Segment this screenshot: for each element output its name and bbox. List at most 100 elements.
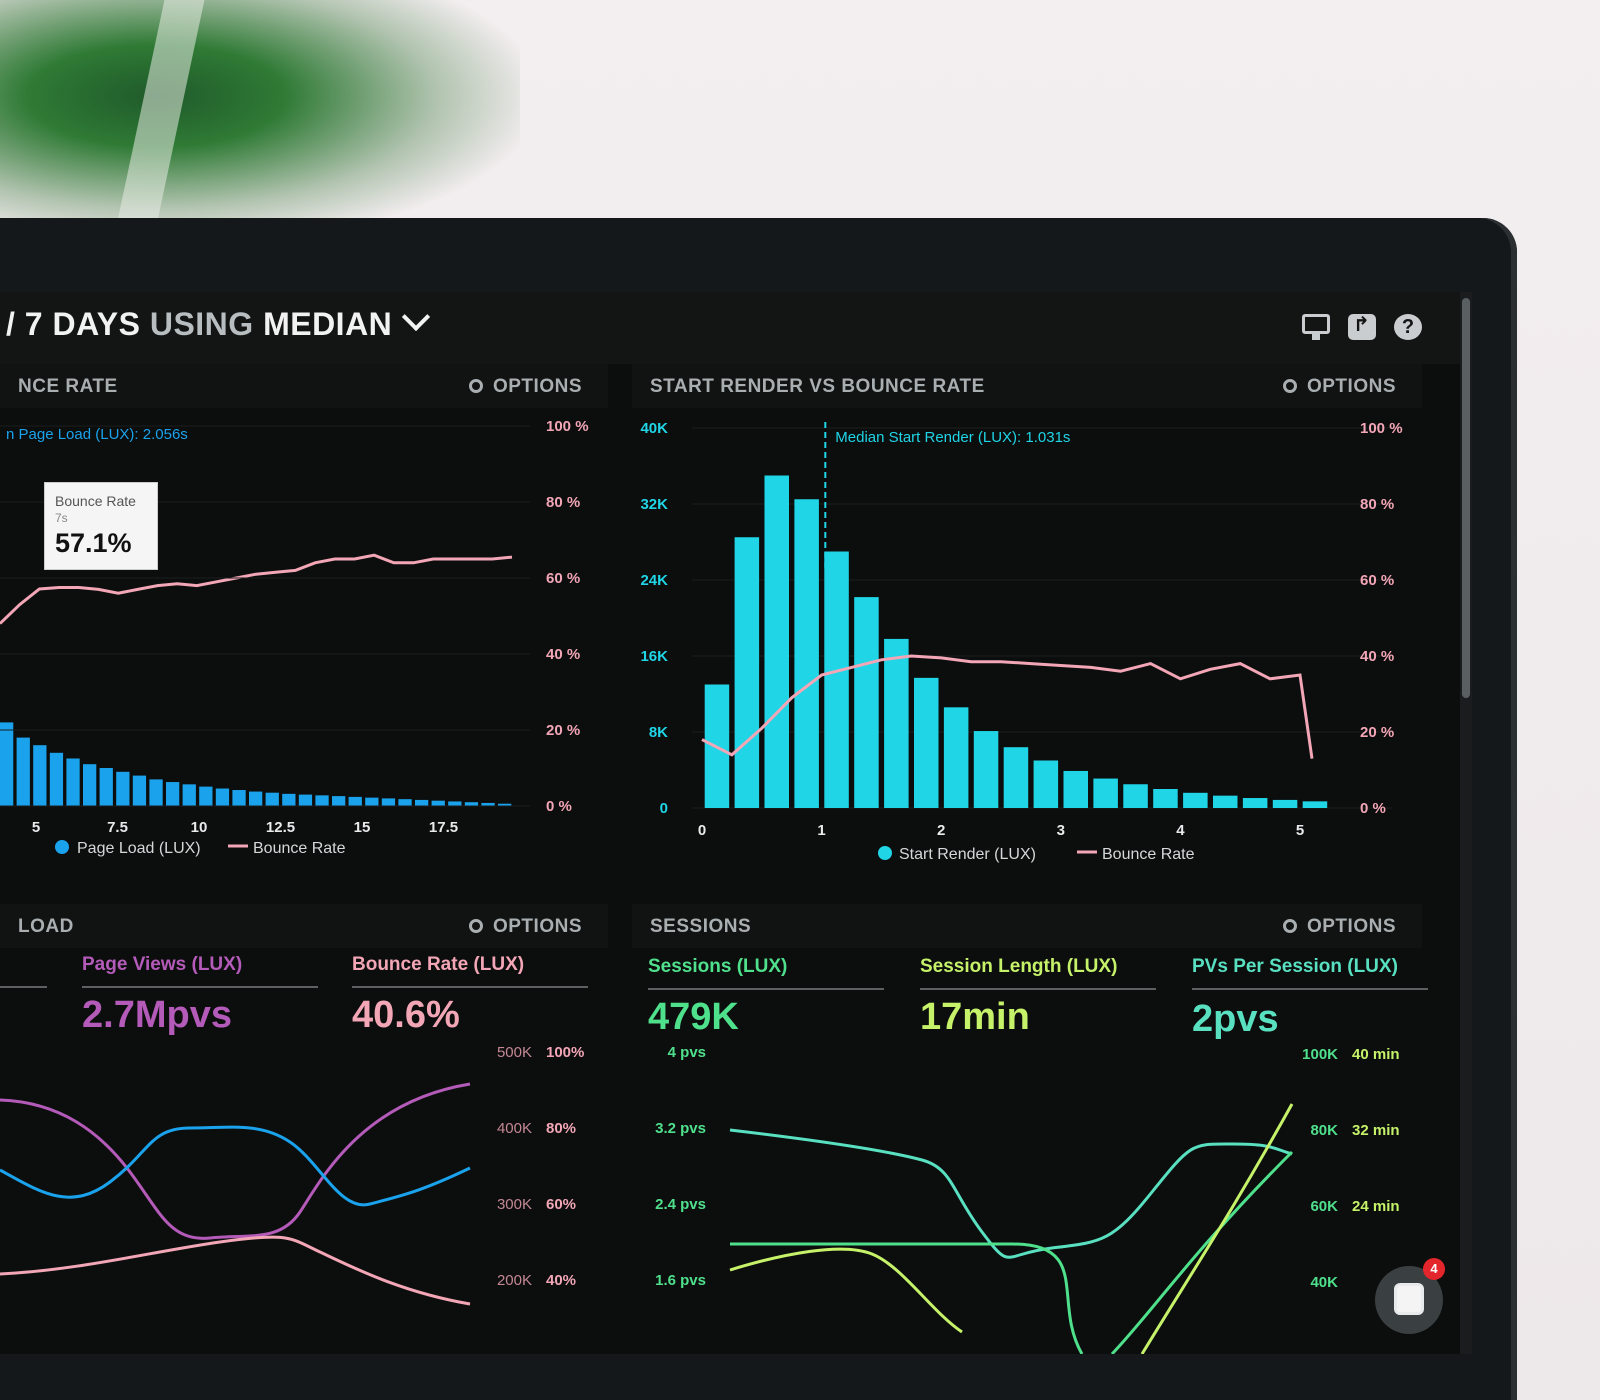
legend-bounce-rate-label: Bounce Rate [253, 840, 346, 857]
kpi-divider [920, 988, 1156, 990]
options-label: OPTIONS [492, 916, 582, 937]
sessions-trend-chart: 4 pvs 3.2 pvs 2.4 pvs 1.6 pvs 100K 80K 60K 40K 4… [655, 1044, 1400, 1354]
background-plant [0, 0, 520, 240]
bounce-tooltip: Bounce Rate 7s 57.1% [44, 482, 158, 570]
x-tick-label: 12.5 [266, 819, 295, 836]
page-load-bar [182, 784, 196, 806]
page-load-bar [132, 775, 147, 806]
x-tick-label: 3 [1057, 822, 1065, 839]
x-tick-label: 10 [191, 819, 208, 836]
y-right-tick-label: 32 min [1352, 1122, 1400, 1139]
page-load-bar [365, 797, 379, 806]
pvs-per-session-line [729, 1247, 963, 1334]
y-mid-tick-label: 500K [497, 1044, 532, 1061]
start-render-bar [1033, 760, 1059, 808]
page-load-bar [315, 795, 329, 806]
page-load-bar [464, 802, 479, 806]
bounce-panel-title: NCE RATE [18, 376, 118, 397]
y-left-tick-label: 32K [640, 496, 668, 513]
page-load-bar [83, 764, 97, 806]
sessions-value: 479K [648, 996, 739, 1038]
scrollbar[interactable] [1460, 292, 1472, 1354]
y-left-tick-label: 24K [640, 572, 668, 589]
page-load-bar [149, 779, 163, 806]
sessions-options-button[interactable]: OPTIONS [1282, 916, 1396, 938]
y-left-tick-label: 1.6 pvs [655, 1272, 706, 1289]
help-icon[interactable]: ? [1394, 314, 1422, 340]
y-right-tick-label: 100 % [546, 418, 589, 435]
legend-page-load-label: Page Load (LUX) [77, 840, 201, 857]
y-right-tick-label: 80% [546, 1120, 576, 1137]
y-right-tick-label: 40% [546, 1272, 576, 1289]
page-load-bar [49, 752, 64, 806]
bounce-rate-kpi-label: Bounce Rate (LUX) [352, 954, 525, 975]
load-options-button[interactable]: OPTIONS [468, 916, 582, 938]
options-label: OPTIONS [492, 376, 582, 397]
page-load-bar [99, 768, 113, 806]
session-green-rise-line [1110, 1150, 1294, 1354]
legend-page-load-marker [55, 840, 69, 854]
x-tick-label: 1 [817, 822, 825, 839]
start-render-bar [1183, 792, 1208, 808]
start-render-bar [943, 707, 969, 808]
y-mid-tick-label: 40K [1310, 1274, 1338, 1291]
bounce-options-button[interactable]: OPTIONS [468, 376, 582, 398]
dashboard-topbar: / 7 DAYS USING MEDIAN ? [0, 292, 1472, 364]
start-render-options-button[interactable]: OPTIONS [1282, 376, 1396, 398]
y-right-tick-label: 100% [546, 1044, 584, 1061]
y-left-tick-label: 2.4 pvs [655, 1196, 706, 1213]
y-right-tick-label: 0 % [1360, 800, 1386, 817]
start-render-bar [824, 551, 849, 808]
page-load-bar [249, 791, 263, 806]
page-load-bar [66, 758, 80, 806]
y-mid-tick-label: 100K [1302, 1046, 1338, 1063]
start-render-bar [1153, 789, 1178, 808]
chat-launcher[interactable]: 4 [1375, 1258, 1445, 1334]
y-right-tick-label: 20 % [1360, 724, 1394, 741]
options-label: OPTIONS [1306, 376, 1396, 397]
start-render-bar [913, 677, 939, 808]
page-load-bar [448, 801, 462, 806]
start-render-bar [1123, 784, 1148, 808]
date-range-selector[interactable]: / 7 DAYS USING MEDIAN [6, 302, 431, 343]
y-right-tick-label: 40 % [1360, 648, 1394, 665]
page-views-label: Page Views (LUX) [82, 954, 243, 975]
scrollbar-thumb[interactable] [1462, 298, 1470, 698]
y-right-tick-label: 60% [546, 1196, 576, 1213]
kpi-divider [1192, 988, 1428, 990]
chevron-down-icon [402, 302, 431, 332]
y-left-tick-label: 3.2 pvs [655, 1120, 706, 1137]
page-load-bar [415, 799, 429, 806]
y-left-tick-label: 8K [649, 724, 668, 741]
load-trend-chart: 500K 400K 300K 200K 100% 80% 60% 40% [0, 1044, 584, 1306]
page-load-bar [166, 782, 180, 806]
page-load-bar [199, 786, 213, 806]
page-load-bar [381, 798, 396, 806]
x-tick-label: 0 [698, 822, 706, 839]
start-render-bar [1063, 770, 1089, 808]
x-tick-label: 5 [32, 819, 40, 836]
share-icon[interactable] [1348, 312, 1376, 340]
session-length-value: 17min [920, 996, 1030, 1038]
sessions-label: Sessions (LUX) [648, 956, 788, 977]
monitor-icon[interactable] [1302, 314, 1330, 340]
page-views-value: 2.7Mpvs [82, 994, 232, 1036]
kpi-divider [82, 986, 318, 988]
start-render-panel-title: START RENDER VS BOUNCE RATE [650, 376, 985, 397]
x-tick-label: 17.5 [429, 819, 458, 836]
start-render-bar [1003, 747, 1029, 808]
sessions-panel-header: SESSIONS OPTIONS [632, 904, 1422, 948]
chat-bubble-icon [1394, 1283, 1424, 1315]
start-render-bar [854, 597, 879, 808]
y-mid-tick-label: 400K [497, 1120, 532, 1137]
session-lime-rise-line [1140, 1103, 1294, 1354]
title-muted: USING [149, 306, 264, 342]
y-mid-tick-label: 300K [497, 1196, 532, 1213]
page-load-median-annotation: n Page Load (LUX): 2.056s [6, 426, 188, 443]
legend-start-render-marker [878, 846, 892, 860]
dashboard-screen: / 7 DAYS USING MEDIAN ? NCE RATE OPTIONS… [0, 292, 1472, 1354]
y-right-tick-label: 60 % [1360, 572, 1394, 589]
y-right-tick-label: 0 % [546, 798, 572, 815]
page-load-bar [16, 737, 30, 806]
session-length-label: Session Length (LUX) [920, 956, 1118, 977]
